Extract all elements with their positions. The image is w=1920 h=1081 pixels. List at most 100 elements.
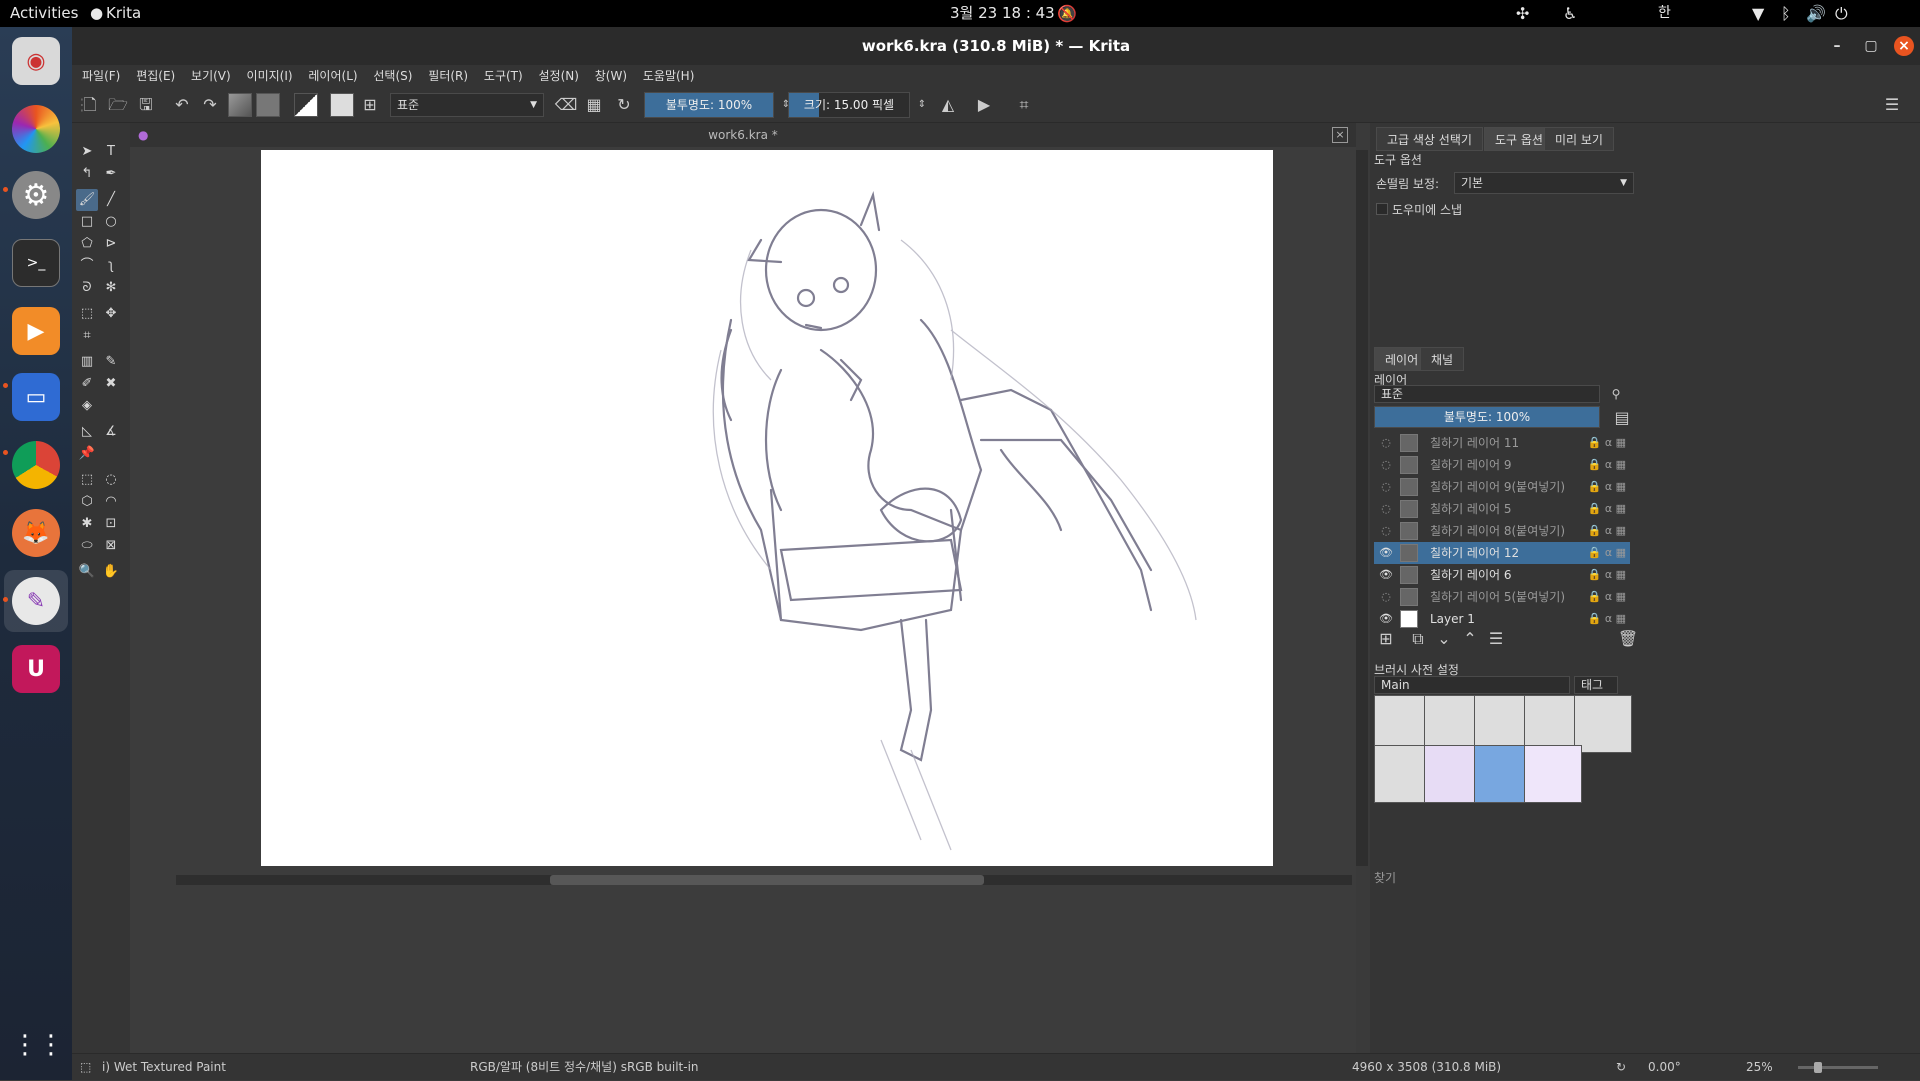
transform-tool-icon[interactable]: ⬚ [76, 303, 98, 325]
pattern-selector[interactable] [256, 93, 280, 117]
similar-color-selection-icon[interactable]: ⊡ [100, 513, 122, 535]
input-method-indicator[interactable]: 한 [1658, 0, 1671, 27]
measure-tool-icon[interactable]: ∡ [100, 421, 122, 443]
layer-row[interactable]: 👁 칠하기 레이어 6 🔒 α ▦ [1374, 564, 1630, 586]
open-folder-icon[interactable]: 🗁 [106, 93, 130, 117]
app-menu-label[interactable]: Krita [106, 0, 141, 27]
rectangular-selection-icon[interactable]: ⬚ [76, 469, 98, 491]
layer-row[interactable]: ◌ 칠하기 레이어 5 🔒 α ▦ [1374, 498, 1630, 520]
line-tool-icon[interactable]: ╱ [100, 189, 122, 211]
color-app-icon[interactable] [12, 105, 60, 153]
minimize-button[interactable]: – [1827, 36, 1847, 56]
bezier-selection-icon[interactable]: ⬭ [76, 535, 98, 557]
eye-hidden-icon[interactable]: ◌ [1378, 457, 1394, 473]
crop-tool-icon[interactable]: ⌗ [76, 325, 98, 347]
layer-lock-alpha-icons[interactable]: 🔒 α ▦ [1588, 564, 1626, 586]
assistant-tool-icon[interactable]: ◺ [76, 421, 98, 443]
eraser-mode-icon[interactable]: ⌫ [554, 93, 578, 117]
magnetic-selection-icon[interactable]: ⊠ [100, 535, 122, 557]
menu-view[interactable]: 보기(V) [185, 65, 237, 87]
show-applications-icon[interactable]: ⋮⋮ [12, 1021, 64, 1069]
files-icon[interactable]: ▭ [12, 373, 60, 421]
colorize-mask-tool-icon[interactable]: ✐ [76, 373, 98, 395]
power-icon[interactable]: ⏻ [1835, 0, 1848, 27]
clock[interactable]: 3월 23 18 : 43 [950, 0, 1055, 27]
drawing-canvas[interactable] [261, 150, 1273, 866]
polyline-tool-icon[interactable]: ⊳ [100, 233, 122, 255]
layer-lock-alpha-icons[interactable]: 🔒 α ▦ [1588, 520, 1626, 542]
multibrush-tool-icon[interactable]: ✻ [100, 277, 122, 299]
save-icon[interactable]: 🖫 [134, 93, 158, 117]
calligraphy-tool-icon[interactable]: ✒ [100, 163, 122, 185]
accessibility-icon[interactable]: ♿ [1563, 0, 1577, 27]
layer-row[interactable]: 👁 칠하기 레이어 12 🔒 α ▦ [1374, 542, 1630, 564]
eye-icon[interactable]: 👁 [1378, 611, 1394, 627]
filter-icon[interactable]: ⚲ [1604, 382, 1628, 406]
eye-hidden-icon[interactable]: ◌ [1378, 523, 1394, 539]
layer-lock-alpha-icons[interactable]: 🔒 α ▦ [1588, 542, 1626, 564]
layer-properties-icon[interactable]: ▤ [1610, 406, 1634, 430]
settings-gear-icon[interactable]: ⚙ [12, 171, 60, 219]
brush-tag-combo[interactable]: Main [1374, 676, 1570, 694]
blend-mode-combo[interactable]: 표준 ▼ [390, 93, 544, 117]
brush-preset-ink[interactable] [1574, 695, 1632, 753]
terminal-icon[interactable]: >_ [12, 239, 60, 287]
rectangle-tool-icon[interactable]: □ [76, 211, 98, 233]
canvas-horizontal-scrollbar[interactable] [176, 875, 1352, 885]
layer-row[interactable]: ◌ 칠하기 레이어 5(붙여넣기) 🔒 α ▦ [1374, 586, 1630, 608]
polygon-tool-icon[interactable]: ⬠ [76, 233, 98, 255]
eye-hidden-icon[interactable]: ◌ [1378, 501, 1394, 517]
menu-edit[interactable]: 편집(E) [130, 65, 181, 87]
new-document-icon[interactable]: 🗋 [78, 93, 102, 117]
layer-row[interactable]: ◌ 칠하기 레이어 8(붙여넣기) 🔒 α ▦ [1374, 520, 1630, 542]
layer-lock-alpha-icons[interactable]: 🔒 α ▦ [1588, 498, 1626, 520]
zoom-tool-icon[interactable]: 🔍 [76, 561, 98, 583]
menu-help[interactable]: 도움말(H) [637, 65, 701, 87]
layer-lock-alpha-icons[interactable]: 🔒 α ▦ [1588, 476, 1626, 498]
contiguous-selection-icon[interactable]: ✱ [76, 513, 98, 535]
layer-blend-combo[interactable]: 표준 [1374, 385, 1600, 403]
reference-images-tool-icon[interactable]: 📌 [76, 443, 98, 465]
move-tool-icon[interactable]: ✥ [100, 303, 122, 325]
screenshot-app-icon[interactable]: ◉ [12, 37, 60, 85]
size-stepper-icon[interactable]: ⇕ [910, 93, 934, 117]
rotation-icon[interactable]: ↻ [1616, 1054, 1626, 1081]
edit-shapes-tool-icon[interactable]: ↰ [76, 163, 98, 185]
wrap-around-icon[interactable]: ⌗ [1012, 93, 1036, 117]
fill-tool-icon[interactable]: ◈ [76, 395, 98, 417]
brush-settings-grid-icon[interactable]: ⊞ [358, 93, 382, 117]
menu-file[interactable]: 파일(F) [76, 65, 126, 87]
mirror-horizontal-icon[interactable]: ◭ [936, 93, 960, 117]
polygonal-selection-icon[interactable]: ⬡ [76, 491, 98, 513]
chrome-icon[interactable] [12, 441, 60, 489]
gradient-selector[interactable] [228, 93, 252, 117]
media-player-icon[interactable]: ▶ [12, 307, 60, 355]
select-shapes-tool-icon[interactable]: ➤ [76, 141, 98, 163]
smoothing-combo[interactable]: 기본 ▼ [1454, 172, 1634, 194]
size-slider[interactable]: 크기: 15.00 픽셀 [788, 92, 910, 118]
menu-select[interactable]: 선택(S) [367, 65, 418, 87]
mirror-vertical-icon[interactable]: ▶ [972, 93, 996, 117]
preserve-alpha-icon[interactable]: ▦ [582, 93, 606, 117]
reload-preset-icon[interactable]: ↻ [612, 93, 636, 117]
delete-layer-icon[interactable]: 🗑 [1616, 627, 1640, 651]
brush-preset-watercolor[interactable] [1524, 745, 1582, 803]
scrollbar-thumb[interactable] [550, 875, 984, 885]
canvas-vertical-scrollbar[interactable] [1356, 150, 1368, 866]
layer-row[interactable]: ◌ 칠하기 레이어 9(붙여넣기) 🔒 α ▦ [1374, 476, 1630, 498]
tab-overview[interactable]: 미리 보기 [1544, 127, 1614, 151]
undo-icon[interactable]: ↶ [170, 93, 194, 117]
menu-filter[interactable]: 필터(R) [422, 65, 474, 87]
menu-layer[interactable]: 레이어(L) [302, 65, 363, 87]
notifications-muted-icon[interactable]: 🔕 [1057, 0, 1077, 27]
activities-button[interactable]: Activities [10, 0, 78, 27]
ellipse-tool-icon[interactable]: ○ [100, 211, 122, 233]
move-layer-up-icon[interactable]: ⌃ [1458, 627, 1482, 651]
elliptical-selection-icon[interactable]: ◌ [100, 469, 122, 491]
fg-bg-color-swatch[interactable] [294, 93, 318, 117]
layer-lock-alpha-icons[interactable]: 🔒 α ▦ [1588, 586, 1626, 608]
eye-icon[interactable]: 👁 [1378, 567, 1394, 583]
freehand-brush-tool-icon[interactable]: 🖌 [76, 189, 98, 211]
bezier-tool-icon[interactable]: ⌒ [76, 255, 98, 277]
tab-advanced-color-selector[interactable]: 고급 색상 선택기 [1376, 127, 1483, 151]
